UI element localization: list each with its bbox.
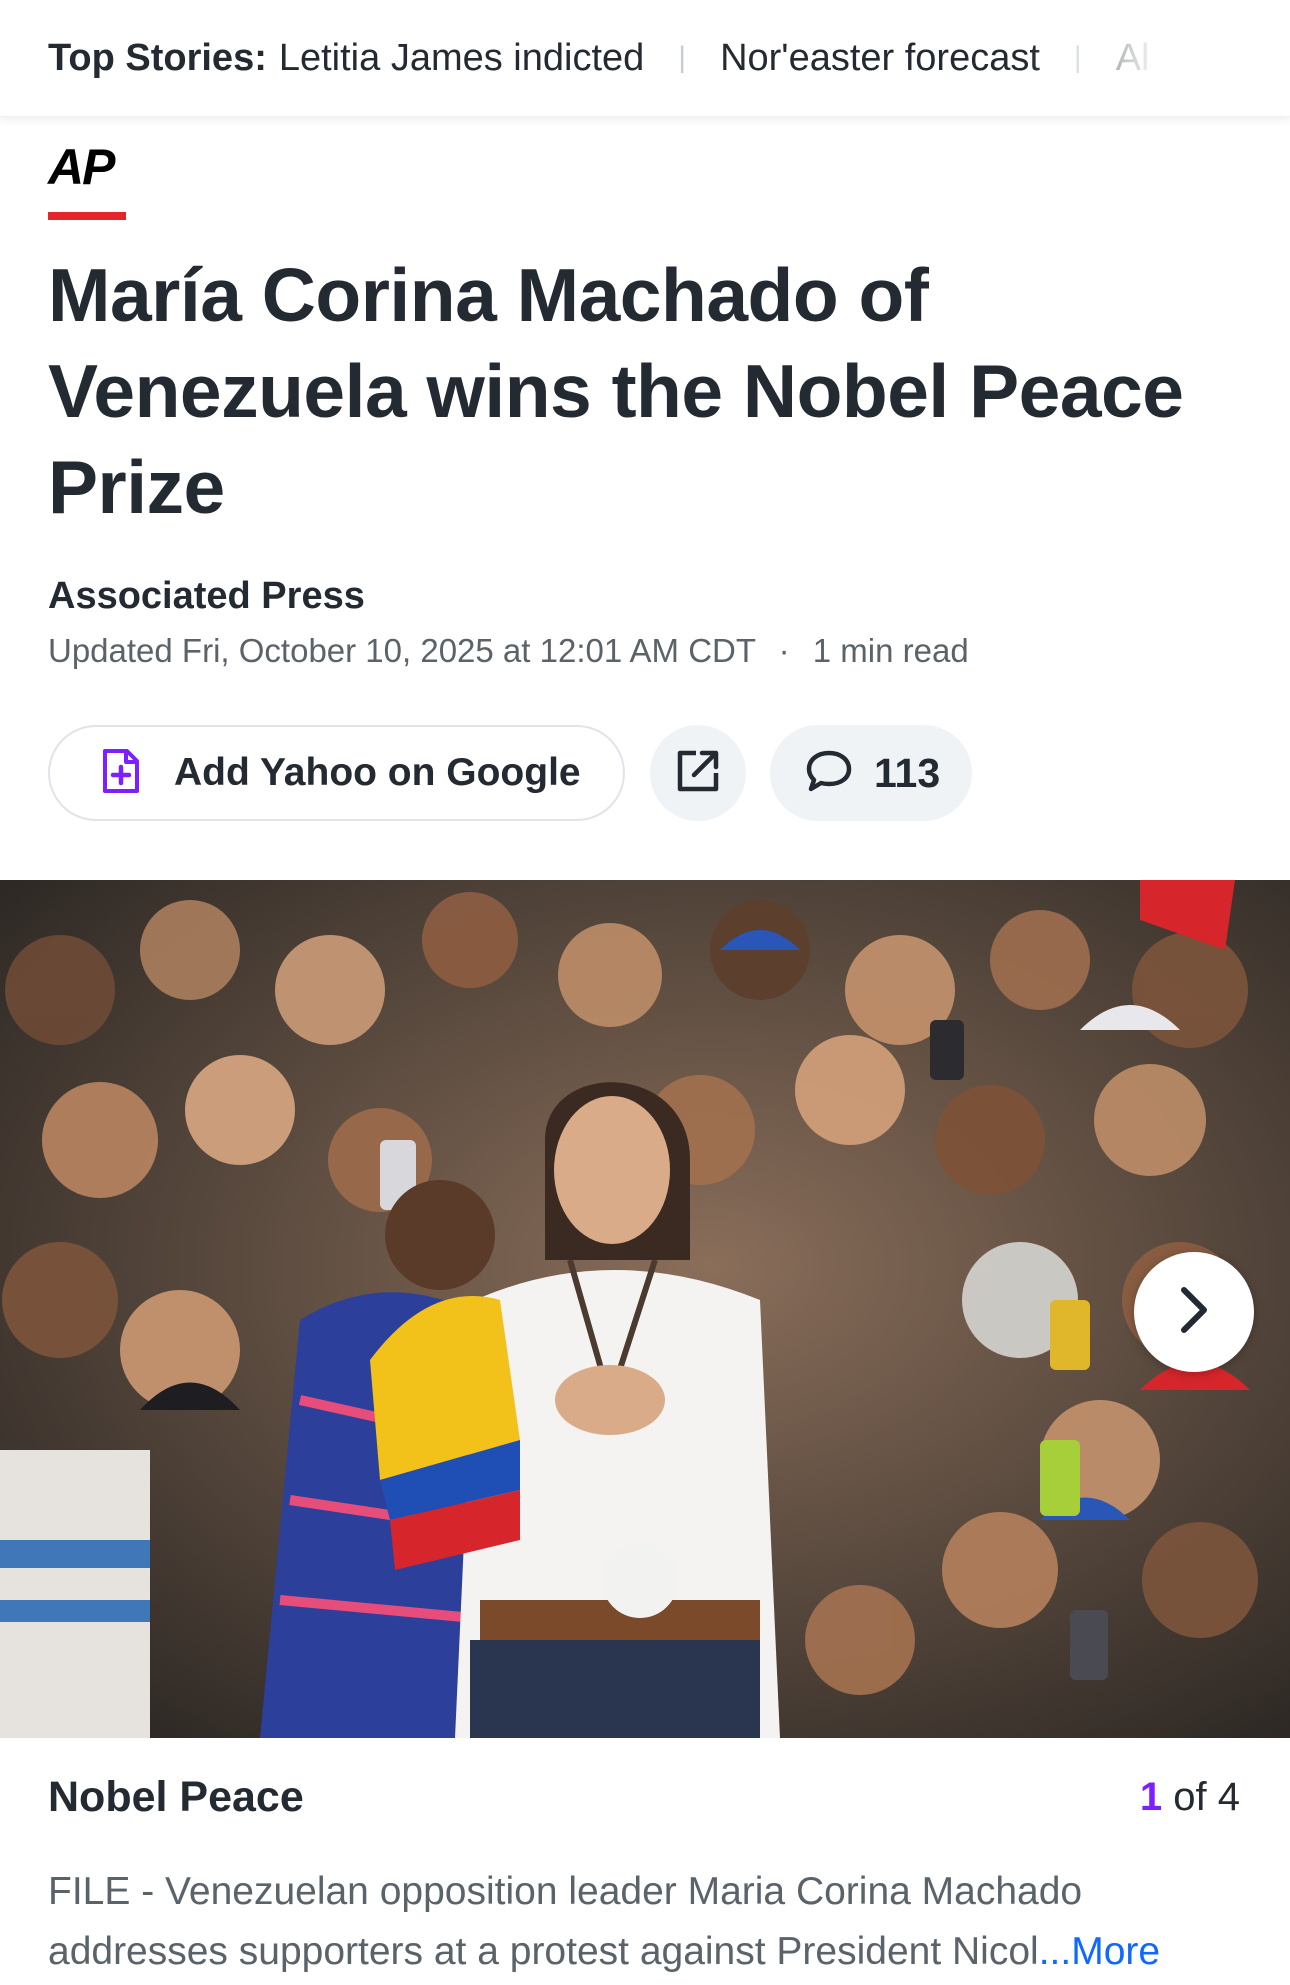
gallery-total: of 4 <box>1173 1775 1240 1819</box>
external-link-icon <box>676 749 720 798</box>
publisher-logo[interactable]: AP <box>48 142 128 222</box>
ticker-story-1[interactable]: Letitia James indicted <box>279 37 644 80</box>
article-meta: Updated Fri, October 10, 2025 at 12:01 A… <box>48 632 969 670</box>
speech-bubble-icon <box>806 749 852 798</box>
article-author[interactable]: Associated Press <box>48 575 365 618</box>
gallery-caption-text: FILE - Venezuelan opposition leader Mari… <box>48 1862 1248 1982</box>
article-updated: Updated Fri, October 10, 2025 at 12:01 A… <box>48 632 756 669</box>
article-read-time: 1 min read <box>812 632 969 669</box>
caption-line-2: addresses supporters at a protest agains… <box>48 1922 1248 1982</box>
meta-separator: · <box>778 632 790 669</box>
comments-button[interactable]: 113 <box>770 725 972 821</box>
chevron-right-icon <box>1174 1284 1214 1341</box>
comments-count: 113 <box>874 749 941 796</box>
article-headline: María Corina Machado of Venezuela wins t… <box>48 253 1184 529</box>
crowd-photo-illustration <box>0 880 1290 1738</box>
caption-line-2-text: addresses supporters at a protest agains… <box>48 1930 1039 1973</box>
caption-more-link[interactable]: More <box>1071 1930 1160 1973</box>
next-photo-button[interactable] <box>1134 1252 1254 1372</box>
ticker-fade <box>1030 0 1290 116</box>
caption-line-1: FILE - Venezuelan opposition leader Mari… <box>48 1870 1083 1913</box>
ap-logo-bar <box>48 212 126 220</box>
top-stories-ticker: Top Stories: Letitia James indicted | No… <box>0 0 1290 117</box>
add-yahoo-on-google-label: Add Yahoo on Google <box>174 751 581 794</box>
top-stories-label: Top Stories: <box>48 36 267 79</box>
ap-logo-text: AP <box>48 139 115 195</box>
gallery-counter: 1 of 4 <box>1140 1775 1240 1820</box>
gallery-caption-title: Nobel Peace <box>48 1773 304 1821</box>
ticker-story-2[interactable]: Nor'easter forecast <box>720 37 1040 80</box>
add-yahoo-on-google-button[interactable]: Add Yahoo on Google <box>48 725 625 821</box>
gallery-photo[interactable] <box>0 880 1290 1738</box>
gallery-current-index: 1 <box>1139 1775 1163 1819</box>
caption-ellipsis: ... <box>1038 1930 1072 1973</box>
ticker-divider: | <box>678 41 687 74</box>
share-button[interactable] <box>650 725 746 821</box>
document-plus-icon <box>102 748 140 799</box>
